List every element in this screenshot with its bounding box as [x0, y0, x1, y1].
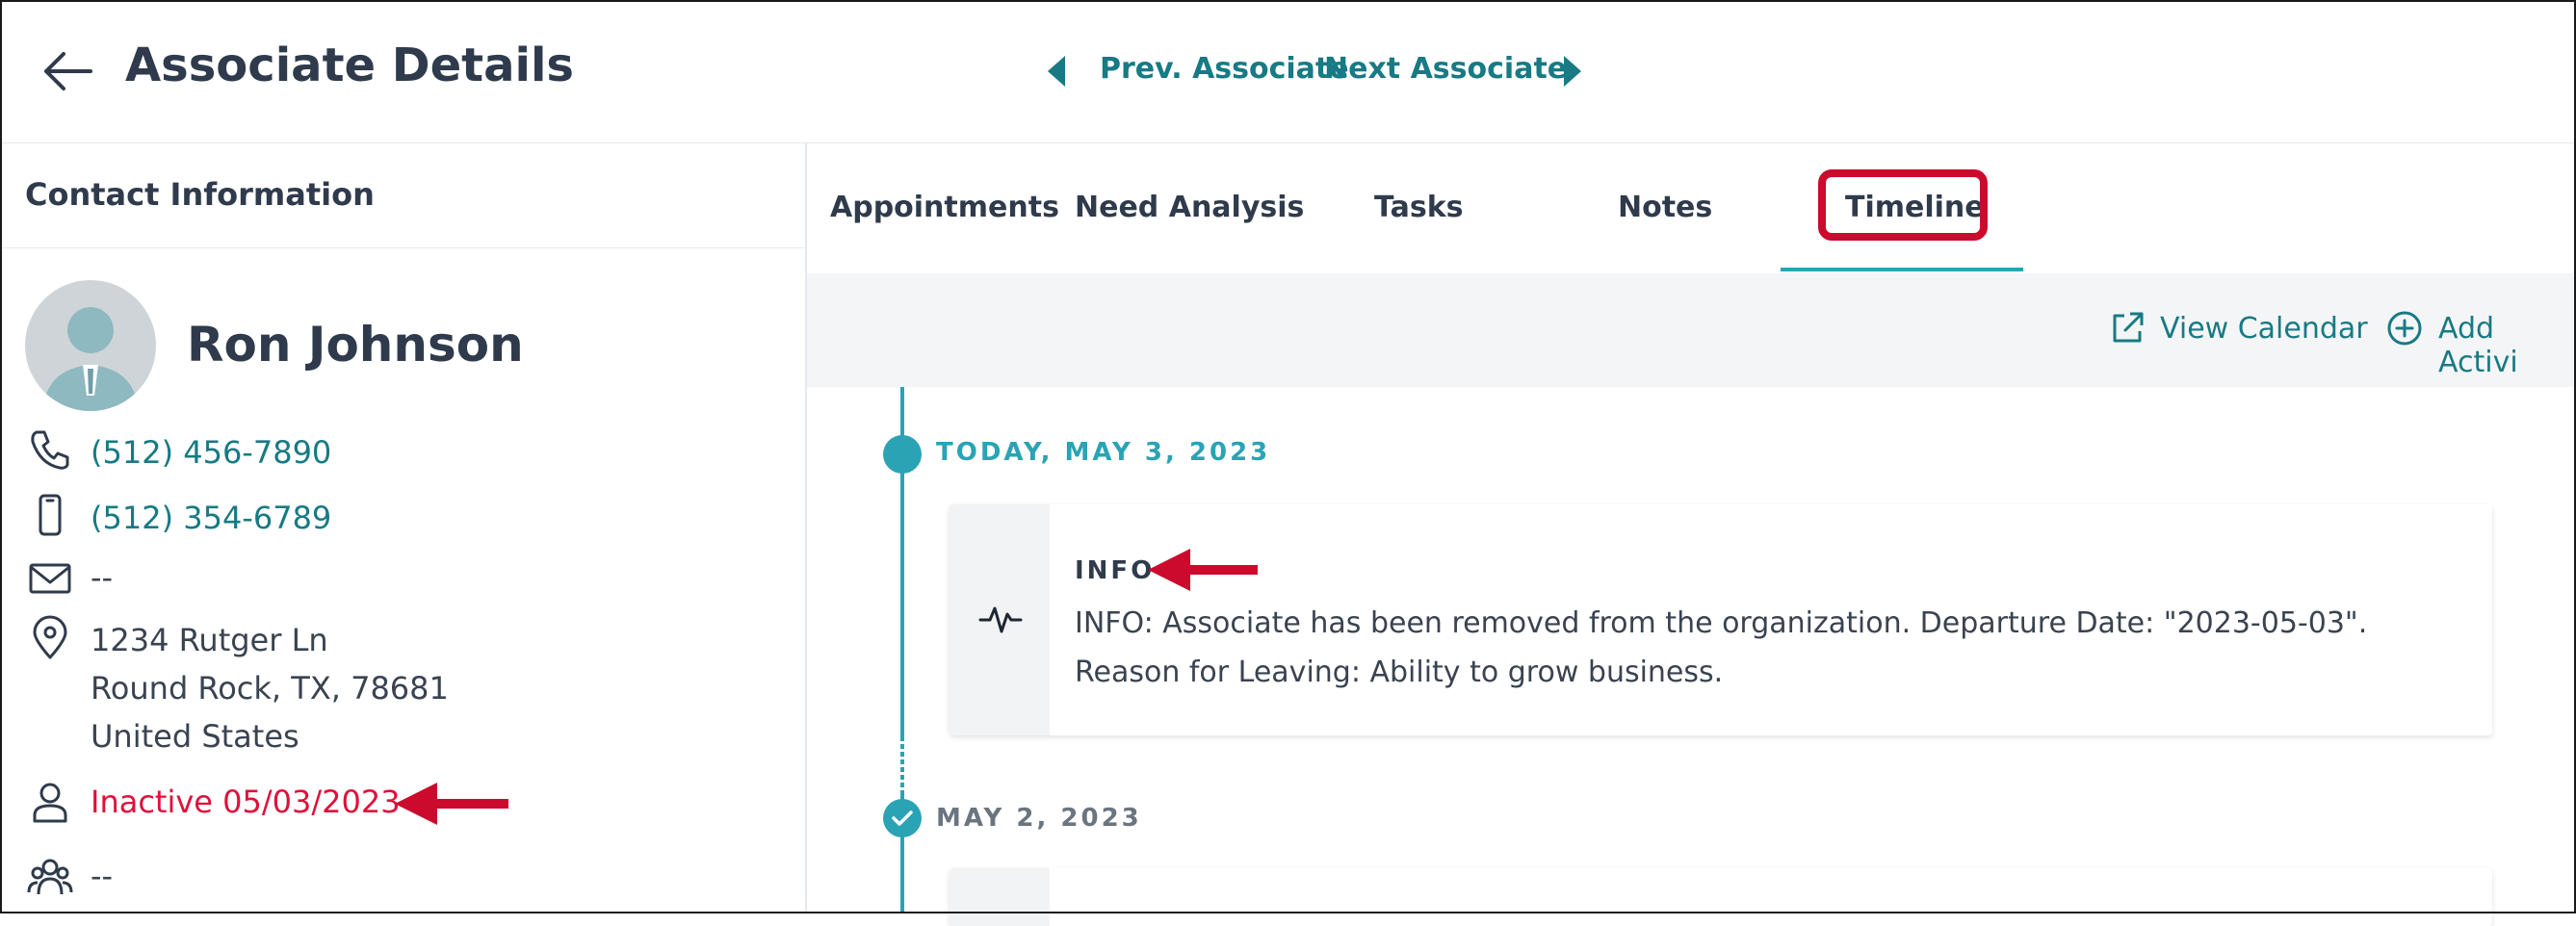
caret-right-icon[interactable] [1560, 52, 1585, 90]
inactive-status: Inactive 05/03/2023 [91, 784, 401, 820]
caret-left-icon[interactable] [1044, 52, 1069, 90]
external-link-icon[interactable] [2109, 310, 2146, 347]
tab-tasks[interactable]: Tasks [1374, 191, 1464, 224]
team-value: -- [91, 858, 114, 894]
address-line-3: United States [91, 718, 299, 755]
timeline-tab-highlight [1818, 169, 1988, 241]
card-icon-gutter [950, 504, 1050, 735]
associate-name: Ron Johnson [187, 317, 524, 373]
annotation-arrow-icon [1148, 549, 1258, 591]
tab-appointments[interactable]: Appointments [830, 191, 1059, 224]
divider [2, 247, 805, 248]
activity-pulse-icon [978, 606, 1023, 633]
view-calendar-link[interactable]: View Calendar [2160, 312, 2368, 346]
timeline-date-may-2: MAY 2, 2023 [936, 804, 1142, 833]
timeline-dot [883, 435, 922, 474]
person-icon [33, 783, 67, 823]
next-associate-link[interactable]: Next Associate [1324, 52, 1567, 86]
prev-associate-link[interactable]: Prev. Associate [1100, 52, 1349, 86]
annotation-arrow-icon [395, 783, 508, 825]
detail-tabs: Appointments Need Analysis Tasks Notes T… [807, 144, 2576, 273]
location-pin-icon [33, 615, 67, 659]
add-activity-link[interactable]: Add Activi [2438, 312, 2576, 379]
timeline-date-today: TODAY, MAY 3, 2023 [936, 438, 1271, 467]
tab-need-analysis[interactable]: Need Analysis [1075, 191, 1304, 224]
mobile-phone-link[interactable]: (512) 354-6789 [91, 500, 331, 536]
timeline-entry-card [950, 868, 2492, 926]
active-tab-indicator [1781, 268, 2023, 271]
entry-description: INFO: Associate has been removed from th… [1075, 606, 2368, 689]
email-value: -- [91, 559, 114, 596]
address-line-2: Round Rock, TX, 78681 [91, 670, 449, 707]
avatar [25, 280, 156, 411]
card-icon-gutter [950, 868, 1050, 926]
add-circle-icon[interactable] [2386, 310, 2423, 347]
page-title: Associate Details [125, 39, 574, 92]
tab-notes[interactable]: Notes [1618, 191, 1712, 224]
timeline-toolbar: View Calendar Add Activi [807, 273, 2576, 387]
email-icon [29, 563, 71, 594]
address-line-1: 1234 Rutger Ln [91, 622, 328, 658]
checkmark-icon [892, 810, 913, 826]
page-header: Associate Details Prev. Associate Next A… [2, 2, 2574, 143]
contact-information-heading: Contact Information [25, 176, 375, 213]
phone-icon [31, 430, 69, 470]
back-arrow-icon[interactable] [40, 48, 94, 94]
contact-sidebar: Contact Information Ron Johnson (512) 45… [2, 143, 807, 912]
group-icon [27, 859, 73, 895]
timeline-check-dot [883, 799, 922, 837]
primary-phone-link[interactable]: (512) 456-7890 [91, 434, 331, 471]
timeline-entry-card: INFO INFO: Associate has been removed fr… [950, 504, 2492, 735]
mobile-phone-icon [39, 494, 62, 536]
entry-kind-label: INFO [1075, 556, 1156, 585]
person-silhouette-icon [42, 307, 139, 411]
timeline-dotted-segment [900, 741, 904, 795]
